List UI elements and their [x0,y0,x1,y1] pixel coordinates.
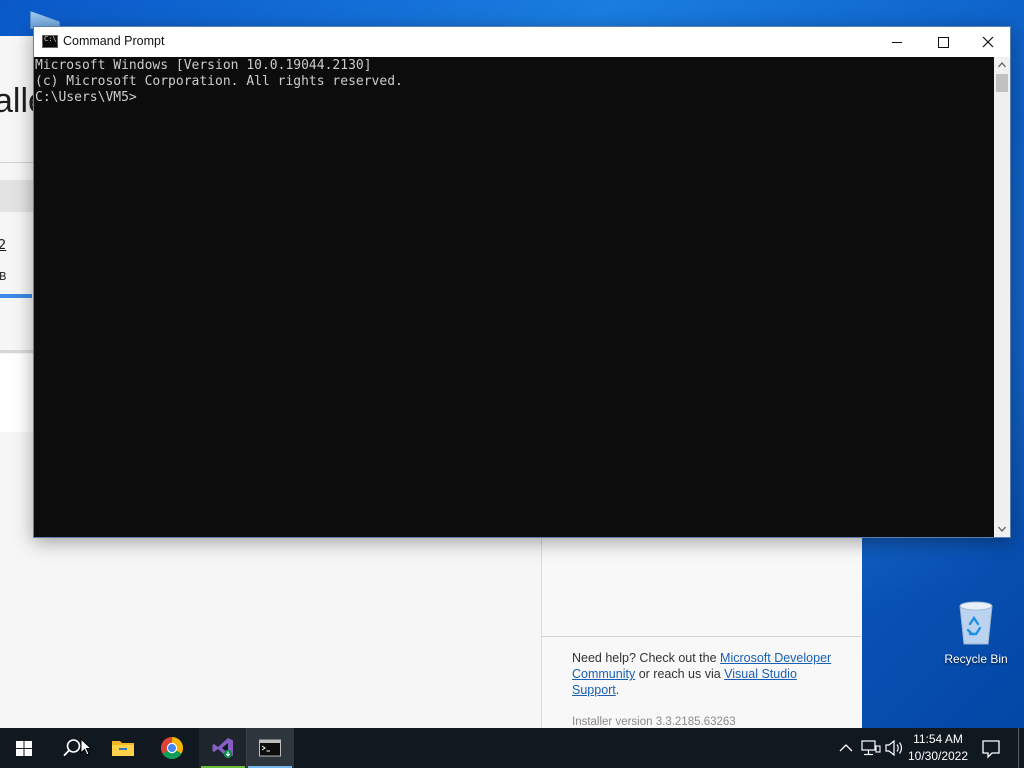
close-button[interactable] [965,27,1011,57]
desktop: alle 2 B Need help? Check out the Micros… [0,0,1024,728]
network-icon [861,740,881,756]
vertical-scrollbar[interactable] [994,57,1010,537]
window-title: Command Prompt [63,34,165,48]
maximize-button[interactable] [920,27,966,57]
minimize-button[interactable] [874,27,920,57]
windows-start-icon [16,741,32,756]
recycle-bin-icon [956,600,996,646]
show-hidden-icons-button[interactable] [836,740,856,756]
help-middle: or reach us via [635,667,725,681]
clock-date: 10/30/2022 [907,749,969,763]
console-line: (c) Microsoft Corporation. All rights re… [35,74,403,89]
help-prefix: Need help? Check out the [572,651,721,665]
minimize-icon [892,42,902,43]
console-output[interactable]: Microsoft Windows [Version 10.0.19044.21… [34,57,994,537]
install-progress-bar [0,294,32,298]
command-prompt-window[interactable]: Command Prompt Microsoft Windows [Versio… [33,26,1011,538]
divider [542,636,862,637]
command-prompt-icon [42,35,58,48]
visual-studio-installer-button[interactable] [199,728,247,768]
taskbar: 11:54 AM 10/30/2022 [0,728,1024,768]
installer-size-text: B [0,270,7,283]
notification-icon [982,740,1000,759]
scroll-thumb[interactable] [996,74,1008,92]
show-desktop-button[interactable] [1018,728,1024,768]
visual-studio-installer-icon [212,738,233,759]
divider [0,350,36,353]
title-bar[interactable]: Command Prompt [34,27,1010,57]
clock[interactable]: 11:54 AM 10/30/2022 [906,731,970,765]
installer-tab-strip [0,180,36,212]
chrome-icon [161,737,183,759]
chevron-up-icon [998,62,1006,68]
maximize-icon [938,37,949,48]
chevron-down-icon [998,526,1006,532]
file-explorer-icon [112,741,134,756]
close-icon [982,36,994,48]
help-suffix: . [615,683,620,697]
command-prompt-line: C:\Users\VM5> [35,90,137,105]
action-center-button[interactable] [978,736,1004,760]
scroll-up-button[interactable] [994,57,1010,73]
installer-link[interactable]: 2 [0,238,6,253]
help-text: Need help? Check out the Microsoft Devel… [572,650,834,698]
divider [0,162,36,163]
installer-product-card [0,354,36,432]
scroll-down-button[interactable] [994,521,1010,537]
chrome-button[interactable] [148,728,196,768]
network-button[interactable] [860,738,882,758]
installer-version: Installer version 3.3.2185.63263 [572,716,736,728]
start-button[interactable] [0,728,48,768]
console-line: Microsoft Windows [Version 10.0.19044.21… [35,58,372,73]
volume-button[interactable] [883,738,905,758]
recycle-bin[interactable]: Recycle Bin [940,600,1012,666]
speaker-icon [885,739,903,757]
recycle-bin-label: Recycle Bin [944,652,1008,666]
mouse-cursor-icon [80,738,92,756]
command-prompt-icon [259,739,281,757]
file-explorer-button[interactable] [98,728,146,768]
clock-time: 11:54 AM [913,732,963,746]
command-prompt-taskbar-button[interactable] [246,728,294,768]
chevron-up-icon [839,744,853,752]
